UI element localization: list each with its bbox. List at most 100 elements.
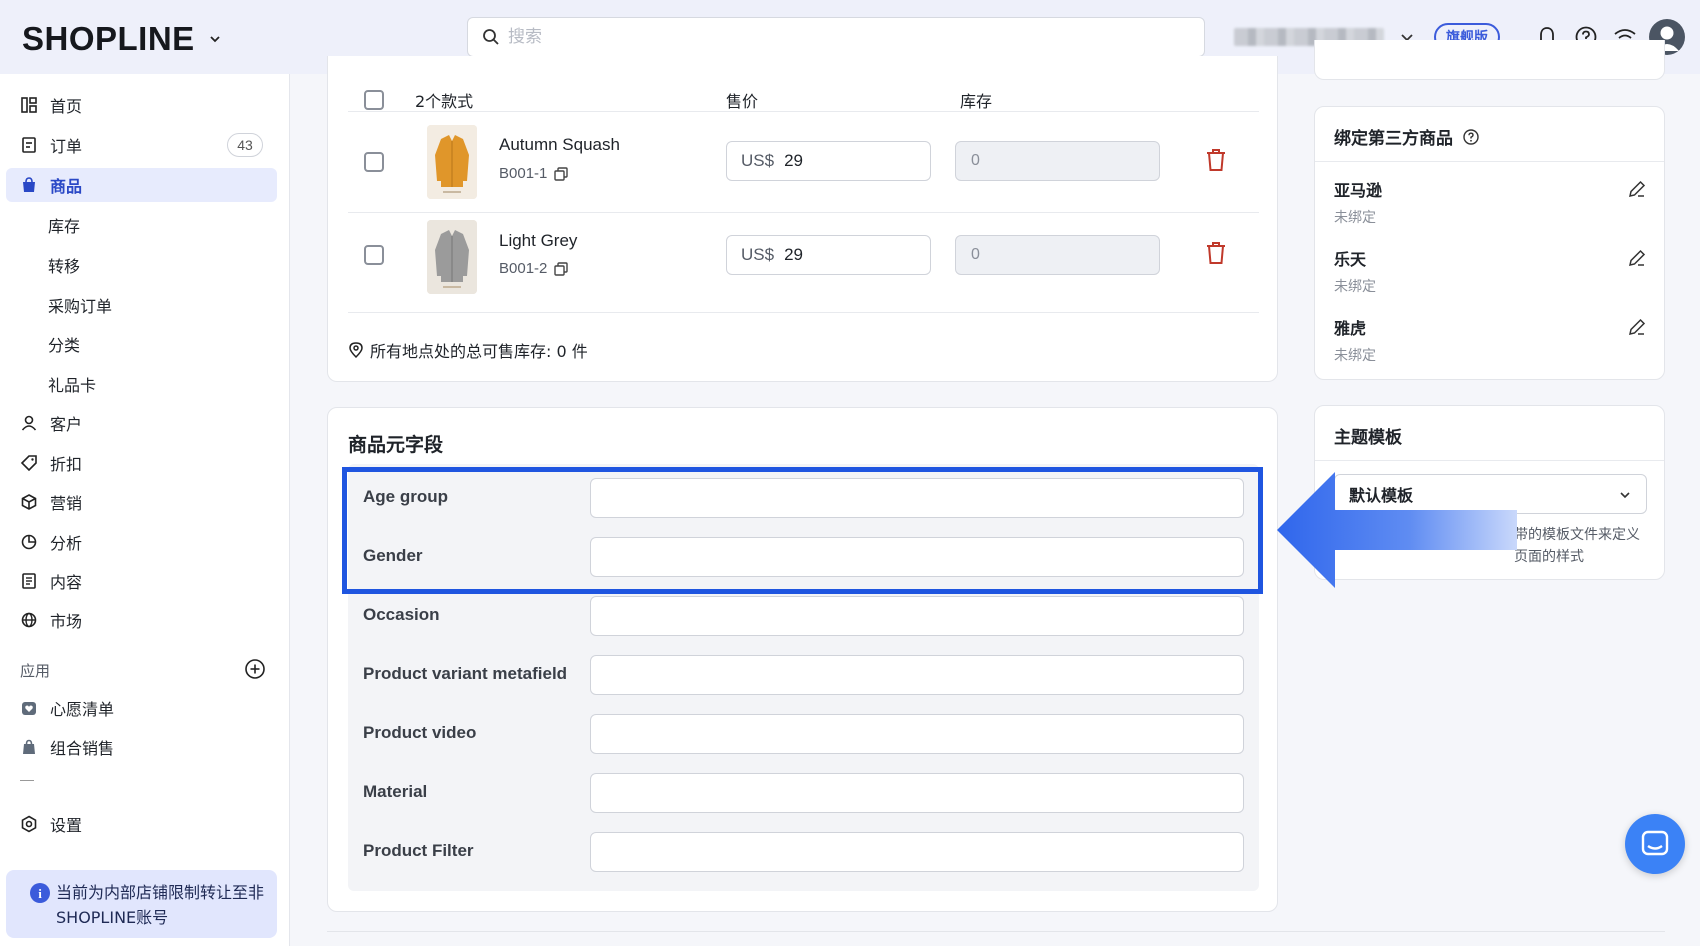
third-party-title: 绑定第三方商品 (1334, 124, 1480, 149)
select-all-checkbox[interactable] (364, 90, 384, 110)
variant-checkbox[interactable] (364, 152, 384, 172)
sidebar-item-analytics[interactable]: 分析 (6, 525, 277, 559)
third-party-binding-card: 绑定第三方商品 亚马逊 未绑定 乐天 未绑定 雅虎 未绑定 (1314, 106, 1665, 380)
divider (1315, 161, 1664, 162)
metafield-label: Material (363, 782, 428, 801)
platform-name: 亚马逊 (1334, 181, 1383, 200)
occasion-input[interactable] (590, 596, 1244, 636)
sidebar-item-label: 首页 (50, 97, 83, 116)
sidebar-item-content[interactable]: 内容 (6, 564, 277, 598)
sidebar-item-label: 折扣 (50, 455, 83, 474)
sidebar: 首页 订单 43 商品 库存 转移 采购订单 分类 礼品卡 客户 折扣 营销 分… (0, 74, 290, 946)
edit-pencil-icon[interactable] (1627, 248, 1647, 268)
sidebar-item-marketing[interactable]: 营销 (6, 485, 277, 519)
copy-icon[interactable] (553, 166, 569, 182)
sidebar-app-wishlist[interactable]: 心愿清单 (6, 691, 277, 725)
variant-sku: B001-2 (499, 260, 569, 277)
sidebar-item-orders[interactable]: 订单 43 (6, 128, 277, 162)
price-column-header: 售价 (726, 92, 759, 111)
metafield-row: Material (348, 763, 1259, 822)
help-circle-icon[interactable] (1462, 128, 1480, 146)
product-filter-input[interactable] (590, 832, 1244, 872)
product-metafields-card: 商品元字段 Age group Gender Occasion Product … (327, 407, 1278, 912)
variants-card: 2个款式 售价 库存 Autumn Squash B001-1 US$ 29 0… (327, 56, 1278, 382)
gender-input[interactable] (590, 537, 1244, 577)
search-icon (483, 29, 499, 45)
metafield-row: Product variant metafield (348, 645, 1259, 704)
notice-text: 当前为内部店铺限制转让至非SHOPLINE账号 (56, 883, 265, 927)
sidebar-item-markets[interactable]: 市场 (6, 603, 277, 637)
apps-section-label: 应用 (20, 662, 51, 680)
sidebar-item-gift-cards[interactable]: 礼品卡 (6, 367, 277, 401)
sidebar-item-home[interactable]: 首页 (6, 88, 277, 122)
binding-status: 未绑定 (1334, 279, 1376, 295)
stock-input: 0 (955, 141, 1160, 181)
variant-sku-text: B001-2 (499, 260, 548, 277)
metafield-row: Product video (348, 704, 1259, 763)
divider (327, 931, 1665, 932)
age-group-input[interactable] (590, 478, 1244, 518)
metafield-row: Gender (348, 527, 1259, 586)
product-video-input[interactable] (590, 714, 1244, 754)
sidebar-item-inventory[interactable]: 库存 (6, 208, 277, 242)
globe-icon (20, 611, 38, 629)
binding-status: 未绑定 (1334, 210, 1376, 226)
sidebar-app-bundle[interactable]: 组合销售 (6, 730, 277, 764)
variant-sku-text: B001-1 (499, 165, 548, 182)
search-input[interactable] (508, 27, 1148, 47)
order-count-badge: 43 (227, 133, 263, 157)
order-icon (20, 136, 38, 154)
document-icon (20, 572, 38, 590)
third-party-title-text: 绑定第三方商品 (1334, 129, 1453, 149)
price-input[interactable]: US$ 29 (726, 235, 931, 275)
metafield-label: Gender (363, 546, 423, 565)
search-bar[interactable] (467, 17, 1205, 57)
sidebar-item-discounts[interactable]: 折扣 (6, 446, 277, 480)
trash-icon[interactable] (1204, 240, 1228, 266)
chat-icon (1641, 830, 1669, 856)
sidebar-item-label: 库存 (48, 217, 81, 236)
chat-button[interactable] (1625, 814, 1685, 874)
sweater-image (427, 220, 477, 294)
sidebar-item-label: 心愿清单 (50, 700, 115, 719)
price-input[interactable]: US$ 29 (726, 141, 931, 181)
sidebar-item-label: 市场 (50, 612, 83, 631)
variants-count-label: 2个款式 (415, 92, 474, 111)
metafield-label: Product video (363, 723, 477, 742)
product-variant-metafield-input[interactable] (590, 655, 1244, 695)
metafield-label: Product variant metafield (363, 664, 568, 683)
edit-pencil-icon[interactable] (1627, 179, 1647, 199)
metafield-row: Occasion (348, 586, 1259, 645)
gear-icon (20, 815, 38, 833)
copy-icon[interactable] (553, 261, 569, 277)
variant-image-autumn-squash[interactable] (427, 125, 477, 199)
platform-name: 乐天 (1334, 250, 1367, 269)
sidebar-item-transfers[interactable]: 转移 (6, 248, 277, 282)
trash-icon[interactable] (1204, 147, 1228, 173)
sidebar-item-settings[interactable]: 设置 (6, 807, 277, 841)
metafields-title: 商品元字段 (348, 434, 444, 456)
rakuten-binding: 乐天 未绑定 (1334, 246, 1647, 296)
shopline-logo[interactable]: SHOPLINE (22, 20, 221, 58)
sidebar-item-categories[interactable]: 分类 (6, 327, 277, 361)
edit-pencil-icon[interactable] (1627, 317, 1647, 337)
metafield-label: Product Filter (363, 841, 474, 860)
sidebar-item-products[interactable]: 商品 (6, 168, 277, 202)
product-bag-icon (20, 176, 38, 194)
sidebar-item-label: 营销 (50, 494, 83, 513)
material-input[interactable] (590, 773, 1244, 813)
sidebar-item-label: 组合销售 (50, 739, 115, 758)
variant-checkbox[interactable] (364, 245, 384, 265)
binding-status: 未绑定 (1334, 348, 1376, 364)
sidebar-item-purchase-orders[interactable]: 采购订单 (6, 288, 277, 322)
metafield-row: Age group (348, 468, 1259, 527)
platform-name: 雅虎 (1334, 319, 1367, 338)
variant-row: Light Grey B001-2 US$ 29 0 (348, 213, 1259, 313)
add-app-icon[interactable] (244, 658, 266, 680)
metafield-row: Product Filter (348, 822, 1259, 881)
dashboard-icon (20, 96, 38, 114)
sweater-image (427, 125, 477, 199)
sidebar-item-customers[interactable]: 客户 (6, 406, 277, 440)
variant-image-light-grey[interactable] (427, 220, 477, 294)
sidebar-item-label: 分析 (50, 534, 83, 553)
